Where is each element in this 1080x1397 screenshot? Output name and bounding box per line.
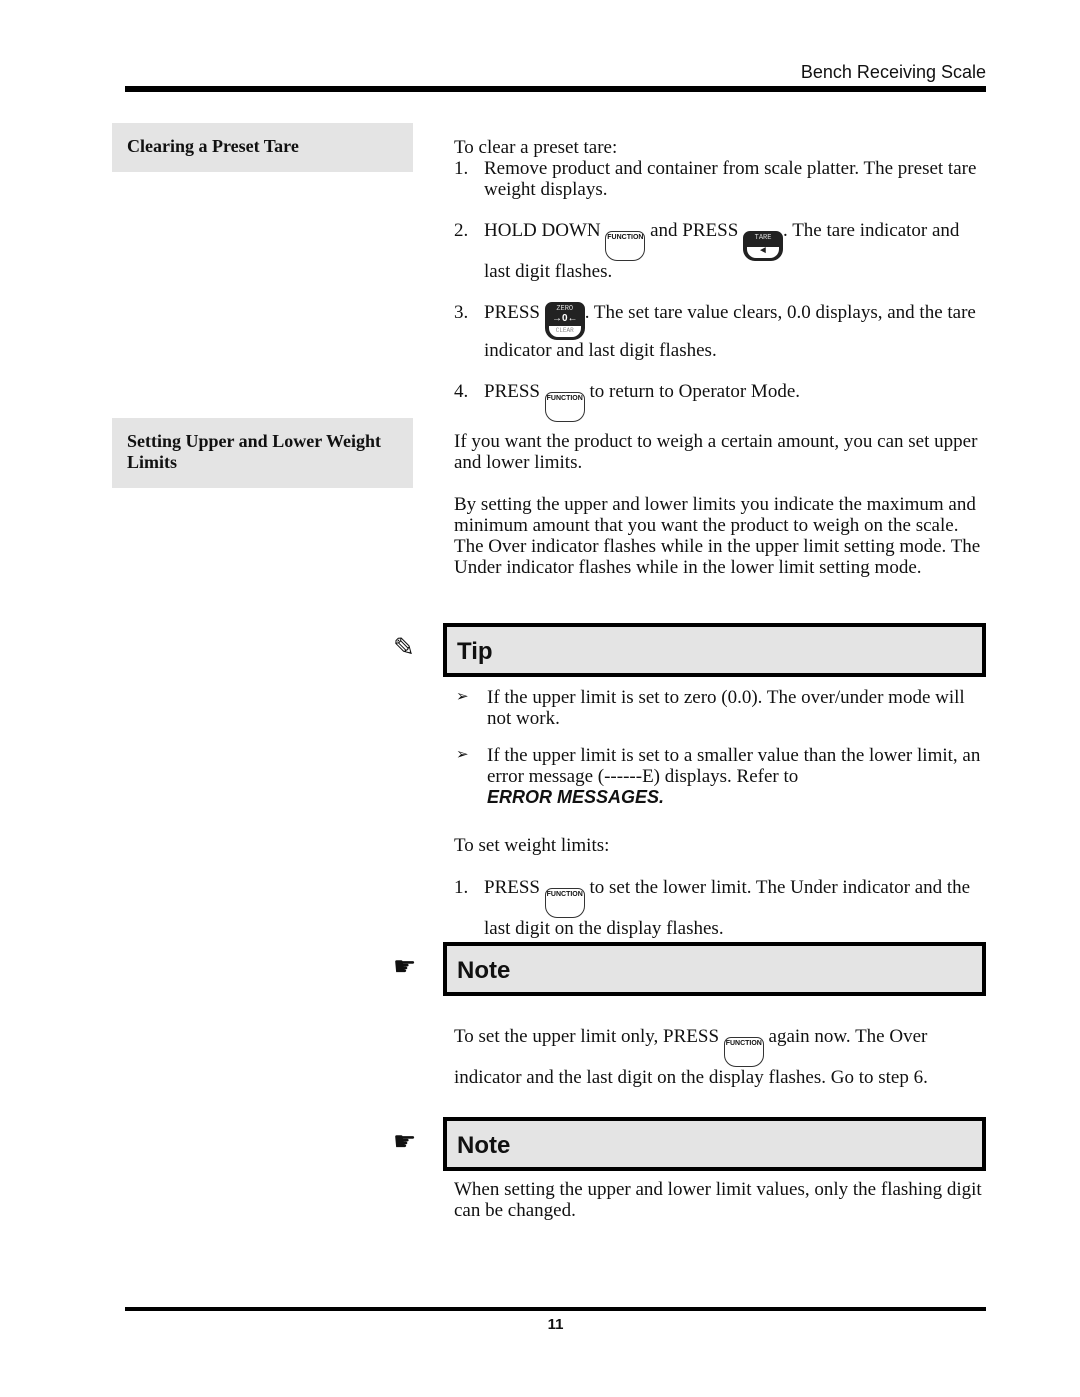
clearing-step-3: 3. PRESS ZERO →0← CLEAR. The set tare valu… xyxy=(454,302,984,361)
key-label: ZERO xyxy=(556,305,574,313)
arrow-bullet-icon: ➢ xyxy=(456,747,469,763)
section-heading-weight-limits: Setting Upper and Lower Weight Limits xyxy=(112,418,413,488)
tip-bullet: ➢ If the upper limit is set to a smaller… xyxy=(456,745,986,808)
step-number: 3. xyxy=(454,302,469,323)
set-limits-step-1: 1. PRESS FUNCTION to set the lower limit… xyxy=(454,877,984,939)
tare-arrow-icon: ◄ xyxy=(747,247,780,258)
step-text-post: to return to Operator Mode. xyxy=(589,381,801,402)
note-text-pre: To set the upper limit only, PRESS xyxy=(454,1026,720,1047)
step-text-pre: PRESS xyxy=(484,381,540,402)
note-label: Note xyxy=(457,957,511,984)
step-number: 4. xyxy=(454,381,469,402)
key-symbol: →0← xyxy=(551,313,578,324)
tip-bullet-text: If the upper limit is set to a smaller v… xyxy=(487,745,981,787)
pointing-hand-icon: ☛ xyxy=(393,1127,417,1156)
key-label: TARE xyxy=(754,234,772,242)
clearing-steps: 1. Remove product and container from sca… xyxy=(454,158,984,422)
tip-body: ➢ If the upper limit is set to zero (0.0… xyxy=(456,687,986,824)
step-text-mid: and PRESS xyxy=(650,220,739,241)
limits-para-2: By setting the upper and lower limits yo… xyxy=(454,494,981,578)
set-limits-intro: To set weight limits: xyxy=(454,835,610,856)
zero-clear-key-icon: ZERO →0← CLEAR xyxy=(544,302,585,340)
step-text-pre: PRESS xyxy=(484,302,540,323)
footer-rule xyxy=(125,1307,986,1311)
tip-label: Tip xyxy=(457,638,493,665)
clearing-body: To clear a preset tare: 1. Remove produc… xyxy=(454,137,984,422)
function-key-icon: FUNCTION xyxy=(723,1037,764,1067)
clearing-step-2: 2. HOLD DOWN FUNCTION and PRESS TARE ◄. T… xyxy=(454,220,984,282)
tip-bullet: ➢ If the upper limit is set to zero (0.0… xyxy=(456,687,986,729)
key-label: FUNCTION xyxy=(725,1040,762,1047)
step-text: Remove product and container from scale … xyxy=(484,158,977,200)
step-number: 1. xyxy=(454,158,469,179)
note-callout-2: Note xyxy=(443,1117,986,1171)
note-2-body: When setting the upper and lower limit v… xyxy=(454,1179,984,1221)
arrow-bullet-icon: ➢ xyxy=(456,689,469,705)
key-label: FUNCTION xyxy=(546,395,583,402)
set-limits-body: To set weight limits: 1. PRESS FUNCTION … xyxy=(454,835,984,939)
page-number: 11 xyxy=(547,1316,564,1333)
tip-bullet-text: If the upper limit is set to zero (0.0).… xyxy=(487,687,965,729)
tare-key-icon: TARE ◄ xyxy=(743,231,784,261)
note-2-text: When setting the upper and lower limit v… xyxy=(454,1179,982,1221)
pencil-icon: ✎ xyxy=(393,633,415,662)
step-text-pre: PRESS xyxy=(484,877,540,898)
limits-intro-body: If you want the product to weigh a certa… xyxy=(454,431,984,578)
key-sublabel: CLEAR xyxy=(548,326,581,337)
function-key-icon: FUNCTION xyxy=(605,231,646,261)
clearing-step-4: 4. PRESS FUNCTION to return to Operator … xyxy=(454,381,984,422)
section-heading-clearing-preset-tare: Clearing a Preset Tare xyxy=(112,123,413,172)
note-callout-1: Note xyxy=(443,942,986,996)
function-key-icon: FUNCTION xyxy=(544,888,585,918)
clearing-intro: To clear a preset tare: xyxy=(454,137,618,158)
function-key-icon: FUNCTION xyxy=(544,392,585,422)
tip-callout: Tip xyxy=(443,623,986,677)
step-number: 1. xyxy=(454,877,469,898)
clearing-step-1: 1. Remove product and container from sca… xyxy=(454,158,984,200)
note-label: Note xyxy=(457,1132,511,1159)
error-messages-link[interactable]: ERROR MESSAGES xyxy=(487,787,659,807)
header-rule xyxy=(125,86,986,92)
tip-bullets: ➢ If the upper limit is set to zero (0.0… xyxy=(456,687,986,808)
step-number: 2. xyxy=(454,220,469,241)
xref-period: . xyxy=(659,787,665,807)
limits-para-1: If you want the product to weigh a certa… xyxy=(454,431,978,473)
step-text-pre: HOLD DOWN xyxy=(484,220,601,241)
key-label: FUNCTION xyxy=(546,891,583,898)
pointing-hand-icon: ☛ xyxy=(393,952,417,981)
key-label: FUNCTION xyxy=(607,234,644,241)
note-1-text: To set the upper limit only, PRESS FUNCT… xyxy=(454,1026,984,1088)
note-1-body: To set the upper limit only, PRESS FUNCT… xyxy=(454,1026,984,1088)
set-limits-steps: 1. PRESS FUNCTION to set the lower limit… xyxy=(454,877,984,939)
page-header-title: Bench Receiving Scale xyxy=(800,62,986,82)
